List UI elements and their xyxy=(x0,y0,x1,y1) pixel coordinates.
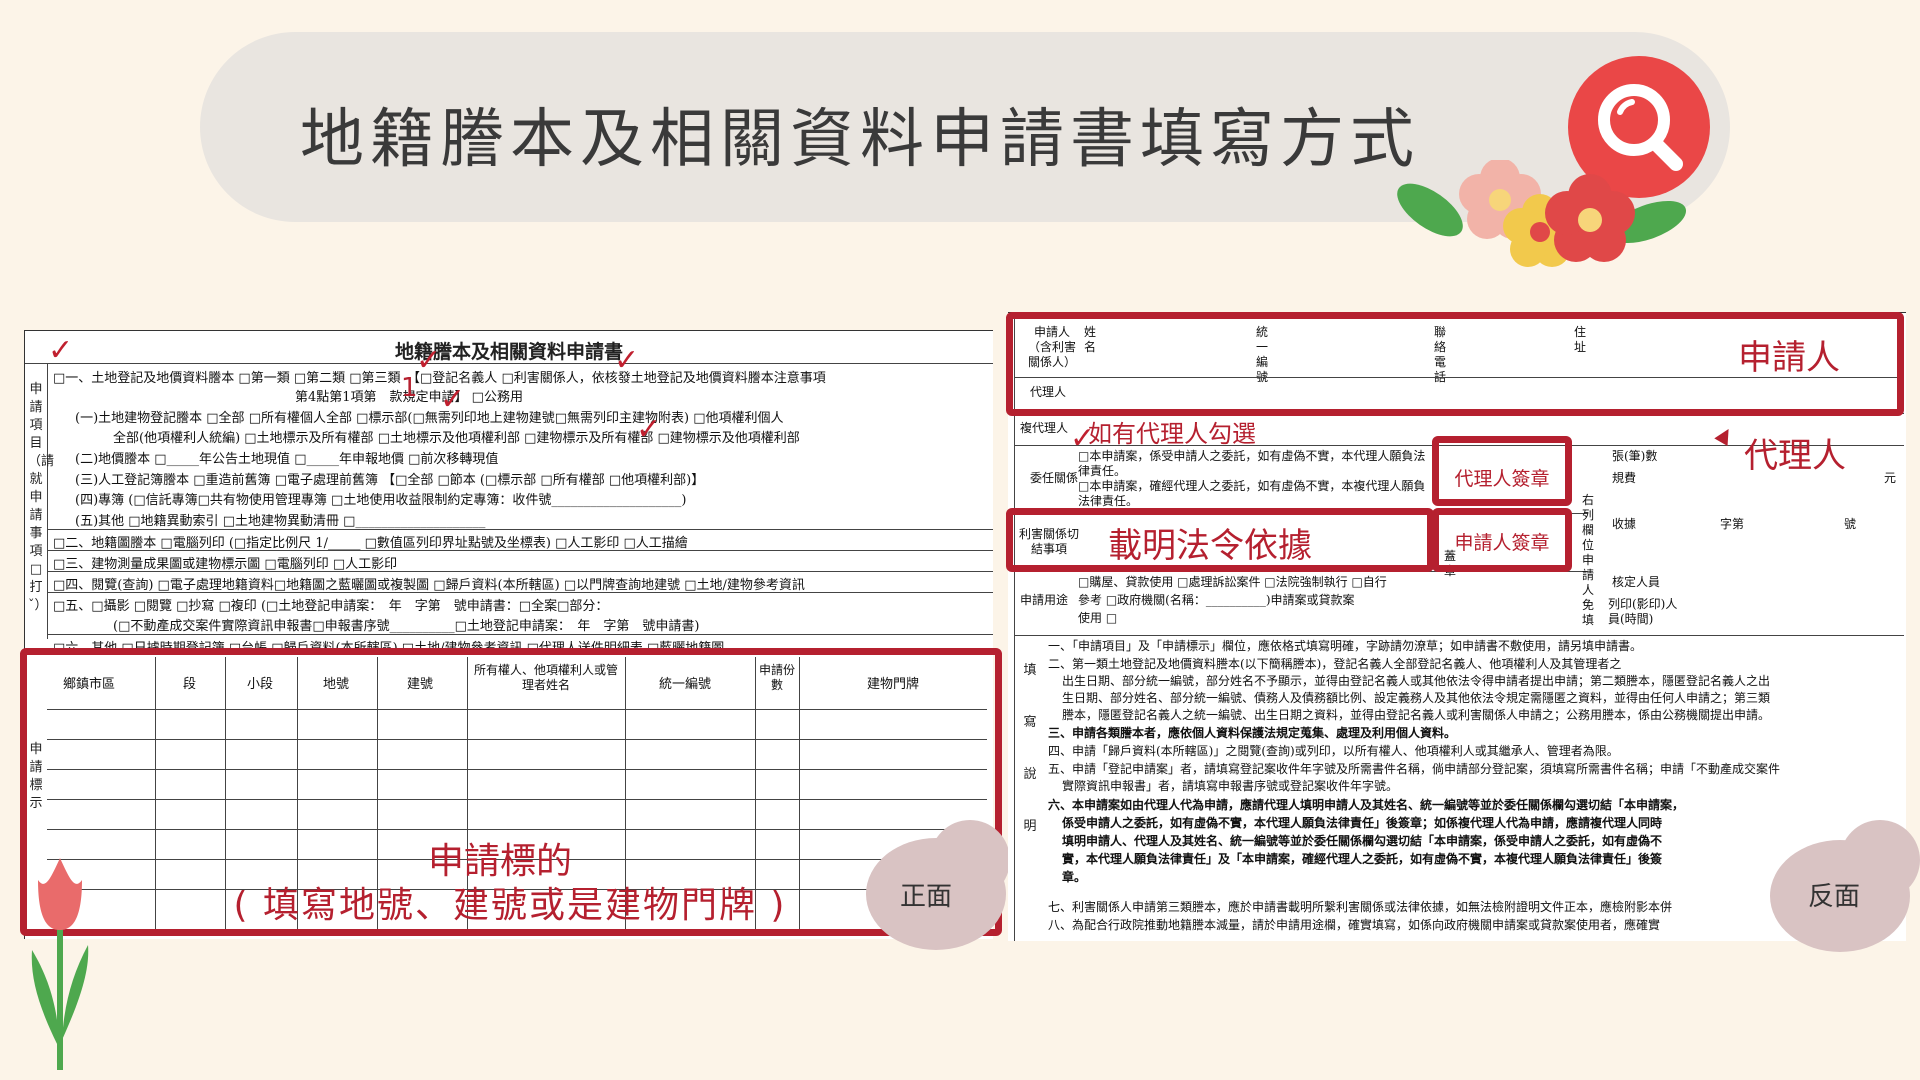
front-label: 正面 xyxy=(900,882,953,912)
back-label: 反面 xyxy=(1808,882,1861,912)
fee-label: 列印(影印)人員(時間) xyxy=(1608,597,1678,626)
note-line: 係受申請人之委託，如有虛偽不實，本代理人願負法律責任」後簽章；如係複代理人代為申… xyxy=(1062,816,1663,830)
form-line: (□不動產成交案件實際資訊申報書□申報書序號__________□土地登記申請案… xyxy=(113,619,700,634)
purpose-label: 申請用途 xyxy=(1020,593,1069,607)
form-line: □三、建物測量成果圖或建物標示圖 □電腦列印 □人工影印 xyxy=(53,557,398,572)
note-line: 章。 xyxy=(1062,870,1087,884)
note-line: 謄本，隱匿登記名義人之統一編號、出生日期之資料，並得由登記名義人或利害關係人申請… xyxy=(1062,708,1771,722)
fee-unit: 元 xyxy=(1884,471,1897,485)
note-line: 八、為配合行政院推動地籍謄本減量，請於申請用途欄，確實填寫，如係向政府機關申請案… xyxy=(1048,918,1661,932)
agent-seal-annotation: 代理人簽章 xyxy=(1454,468,1550,490)
delegation-text: □本申請案，係受申請人之委託，如有虛偽不實，本代理人願負法律責任。 xyxy=(1078,449,1426,478)
form-line: □四、閱覽(查詢) □電子處理地籍資料□地籍圖之藍曬圖或複製圖 □歸戶資料(本所… xyxy=(53,578,805,593)
purpose-text: □購屋、貸款使用 □處理訴訟案件 □法院強制執行 □自行 xyxy=(1078,575,1387,589)
check-mark: ✓ xyxy=(1070,421,1096,456)
flowers-decoration xyxy=(1397,160,1687,267)
note-line: 實際資訊申報書」者，請填寫申報書序號或登記案收件年字號。 xyxy=(1062,779,1399,793)
form-line: (四)專簿 (□信託專簿□共有物使用管理專簿 □土地使用收益限制約定專簿：收件號… xyxy=(75,493,687,508)
check-mark: ✓ xyxy=(636,412,662,447)
note-line: 四、申請「歸戶資料(本所轄區)」之閱覽(查詢)或列印，以所有權人、他項權利人或其… xyxy=(1048,744,1619,758)
tulip-decoration xyxy=(31,858,89,1070)
form-line: (一)土地建物登記謄本 □全部 □所有權個人全部 □標示部(□無需列印地上建物建… xyxy=(75,411,784,426)
note-line: 七、利害關係人申請第三類謄本，應於申請書載明所繫利害關係或法律依據，如無法檢附證… xyxy=(1048,900,1673,914)
form-line: □五、□攝影 □閱覽 □抄寫 □複印 (□土地登記申請案： 年 字第 號申請書：… xyxy=(53,599,609,614)
page-title: 地籍謄本及相關資料申請書填寫方式 xyxy=(300,103,1420,177)
fee-label: 收據 xyxy=(1612,517,1637,531)
applicant-annotation: 申請人 xyxy=(1738,338,1840,378)
form-line: □二、地籍圖謄本 □電腦列印 (□指定比例尺 1/_____ □數值區列印界址點… xyxy=(53,536,688,551)
sub-agent-label: 複代理人 xyxy=(1020,421,1069,435)
agent-annotation: 代理人 xyxy=(1744,436,1846,476)
form-line: (三)人工登記簿謄本 □重造前舊簿 □電子處理前舊簿 【□全部 □節本 (□標示… xyxy=(75,473,705,488)
form-line: 全部(他項權利人統編) □土地標示及所有權部 □土地標示及他項權利部 □建物標示… xyxy=(113,431,800,446)
note-line: 出生日期、部分統一編號，部分姓名不予顯示，並得由登記名義人或其他依法令得申請者提… xyxy=(1062,674,1771,688)
receipt-col: 號 xyxy=(1844,517,1857,531)
agent-check-hint: 如有代理人勾選 xyxy=(1088,420,1256,448)
legal-basis-annotation: 載明法令依據 xyxy=(1108,526,1312,566)
form-line: (五)其他 □地籍異動索引 □土地建物異動清冊 □_______________… xyxy=(75,514,486,529)
notes-side-label: 填寫說明 xyxy=(1023,663,1037,834)
check-mark: ✓ xyxy=(416,343,442,378)
note-line: 五、申請「登記申請案」者，請填寫登記案收件年字號及所需書件名稱，倘申請部分登記案… xyxy=(1048,762,1781,776)
delegation-label: 委任關係 xyxy=(1030,471,1079,485)
note-line: 六、本申請案如由代理人代為申請，應請代理人填明申請人及其姓名、統一編號等並於委任… xyxy=(1048,798,1685,812)
receipt-col: 字第 xyxy=(1720,517,1745,531)
note-line: 生日期、部分姓名、部分統一編號、債務人及債務額比例、設定義務人及其他依法令規定需… xyxy=(1062,691,1771,705)
note-line: 一、「申請項目」及「申請標示」欄位，應依格式填寫明確，字跡請勿潦草；如申請書不敷… xyxy=(1048,639,1643,653)
fee-label: 張(筆)數 xyxy=(1612,449,1658,463)
items-side-label: 申請項目（請就申請事項□打ˇ） xyxy=(28,382,55,613)
check-mark: ✓ xyxy=(614,343,640,378)
fee-label: 規費 xyxy=(1612,471,1637,485)
target-annotation-subtitle: ( 填寫地號、建號或是建物門牌 ) xyxy=(233,885,787,926)
note-line: 二、第一類土地登記及地價資料謄本(以下簡稱謄本)，登記名義人全部登記名義人、他項… xyxy=(1048,657,1622,671)
purpose-text: 參考 □政府機關(名稱：__________)申請案或貸款案 xyxy=(1078,593,1355,607)
form-line: (二)地價謄本 □_____年公告土地現值 □_____年申報地價 □前次移轉現… xyxy=(75,452,499,467)
check-mark: ✓ xyxy=(48,333,74,368)
office-use-label: 右列欄位申請人免填 xyxy=(1582,493,1595,627)
note-line: 三、申請各類謄本者，應依個人資料保護法規定蒐集、處理及利用個人資料。 xyxy=(1048,726,1457,740)
delegation-text: □本申請案，確經代理人之委託，如有虛偽不實，本複代理人願負法律責任。 xyxy=(1078,479,1426,508)
note-line: 填明申請人、代理人及其姓名、統一編號等並於委任關係欄勾選切結「本申請案，係受申請… xyxy=(1062,834,1663,848)
front-form-title: 地籍謄本及相關資料申請書 xyxy=(394,341,623,363)
purpose-text: 使用 □ xyxy=(1078,611,1118,625)
applicant-seal-annotation: 申請人簽章 xyxy=(1454,532,1550,554)
fee-label: 核定人員 xyxy=(1612,575,1661,589)
check-mark: ✓ xyxy=(440,382,466,417)
note-line: 實，本代理人願負法律責任」及「本申請案，確經代理人之委託，如有虛偽不實，本複代理… xyxy=(1062,852,1663,866)
